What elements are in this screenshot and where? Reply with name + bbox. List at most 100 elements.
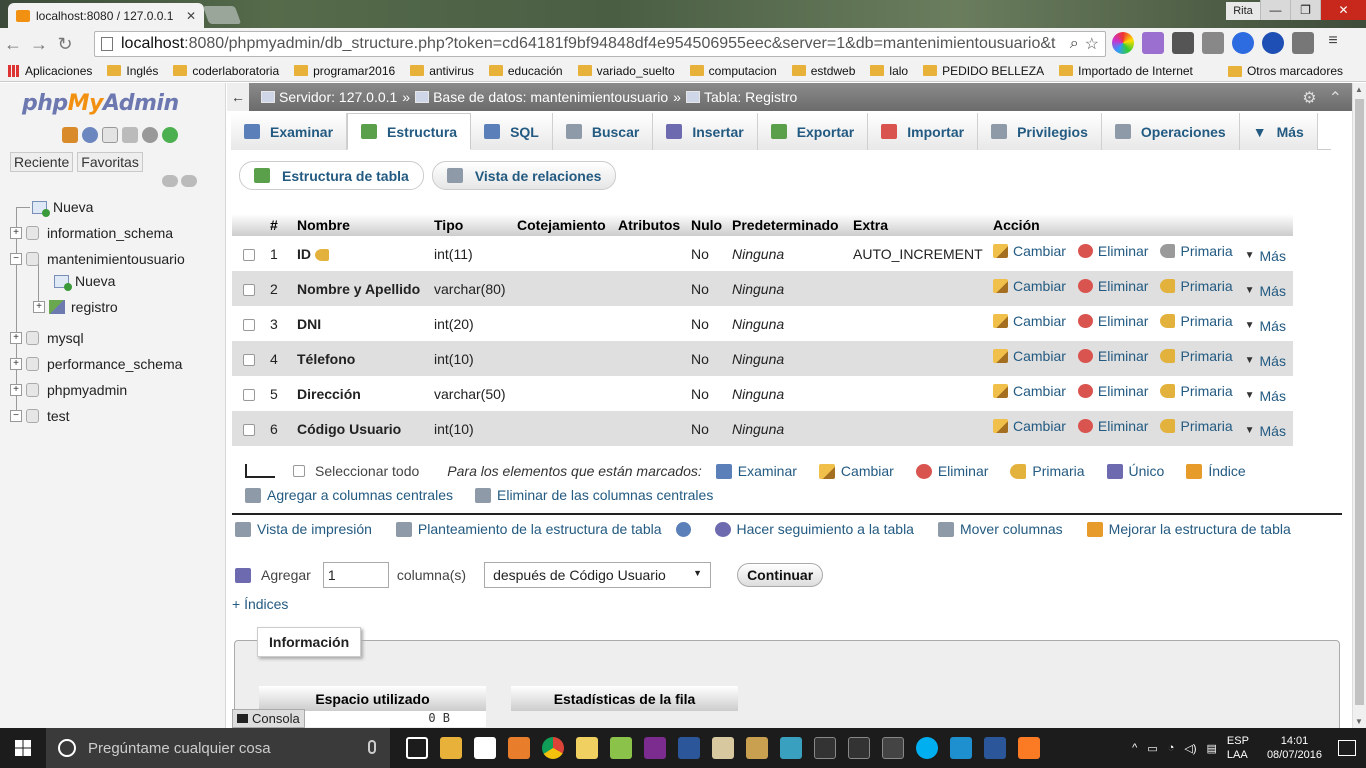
bookmark-folder[interactable]: coderlaboratoria bbox=[173, 64, 279, 78]
select-all-label[interactable]: Seleccionar todo bbox=[315, 463, 419, 479]
menu-icon[interactable]: ≡ bbox=[1322, 32, 1344, 54]
indexes-toggle[interactable]: + Índices bbox=[232, 596, 288, 612]
tab-more[interactable]: ▼ Más bbox=[1239, 113, 1318, 150]
tab-insert[interactable]: Insertar bbox=[653, 113, 758, 150]
message-icon[interactable]: ▤ bbox=[1207, 742, 1217, 755]
tab-structure[interactable]: Estructura bbox=[347, 113, 472, 150]
blue-extension-icon[interactable] bbox=[1232, 32, 1254, 54]
expand-icon[interactable]: + bbox=[10, 227, 22, 239]
breadcrumb-database[interactable]: Base de datos: mantenimientousuario bbox=[433, 89, 668, 105]
terminal-icon[interactable] bbox=[814, 737, 836, 759]
tree-item-new-table[interactable]: Nueva bbox=[54, 273, 115, 291]
bookmark-star-icon[interactable]: ☆ bbox=[1085, 34, 1099, 54]
more-actions-button[interactable]: ▼ Más bbox=[1245, 283, 1286, 299]
bookmark-apps[interactable]: Aplicaciones bbox=[0, 64, 92, 78]
page-scrollbar[interactable]: ▲ ▼ bbox=[1352, 83, 1366, 728]
row-checkbox[interactable] bbox=[243, 248, 255, 261]
drop-column-button[interactable]: Eliminar bbox=[1077, 243, 1148, 259]
bookmark-folder[interactable]: variado_suelto bbox=[577, 64, 675, 78]
table-row[interactable]: 1 ID int(11) No Ninguna AUTO_INCREMENT Cambia… bbox=[232, 236, 1293, 271]
reload-icon[interactable]: ↻ bbox=[52, 34, 78, 55]
favorite-tables-button[interactable]: Favoritas bbox=[77, 152, 143, 172]
add-central-columns-button[interactable]: Agregar a columnas centrales bbox=[245, 487, 453, 503]
change-column-button[interactable]: Cambiar bbox=[993, 278, 1066, 294]
select-all-checkbox[interactable] bbox=[293, 465, 305, 477]
expand-icon[interactable]: + bbox=[10, 384, 22, 396]
media-player-icon[interactable] bbox=[508, 737, 530, 759]
change-column-button[interactable]: Cambiar bbox=[993, 243, 1066, 259]
scroll-down-icon[interactable]: ▼ bbox=[1355, 717, 1363, 726]
header-attributes[interactable]: Atributos bbox=[615, 214, 688, 236]
clock[interactable]: 14:01 08/07/2016 bbox=[1267, 734, 1322, 762]
relation-view-button[interactable]: Vista de relaciones bbox=[431, 161, 617, 190]
language-indicator[interactable]: ESP LAA bbox=[1227, 734, 1249, 762]
more-actions-button[interactable]: ▼ Más bbox=[1245, 248, 1286, 264]
table-row[interactable]: 4 Télefono int(10) No Ninguna Cambiar Eliminar… bbox=[232, 341, 1293, 376]
header-extra[interactable]: Extra bbox=[850, 214, 990, 236]
continue-button[interactable]: Continuar bbox=[737, 563, 824, 587]
home-icon[interactable] bbox=[62, 127, 78, 143]
primary-key-button[interactable]: Primaria bbox=[1160, 383, 1233, 399]
more-actions-button[interactable]: ▼ Más bbox=[1245, 388, 1286, 404]
tree-item-registro[interactable]: + registro bbox=[33, 299, 118, 315]
bulk-primary-button[interactable]: Primaria bbox=[1010, 463, 1085, 479]
bookmark-folder[interactable]: lalo bbox=[870, 64, 908, 78]
row-checkbox[interactable] bbox=[243, 388, 255, 401]
volume-icon[interactable]: ◁) bbox=[1184, 742, 1196, 755]
docs-sql-icon[interactable] bbox=[122, 127, 138, 143]
breadcrumb-table[interactable]: Tabla: Registro bbox=[704, 89, 797, 105]
header-default[interactable]: Predeterminado bbox=[729, 214, 850, 236]
new-tab-button[interactable] bbox=[202, 6, 242, 24]
bulk-unique-button[interactable]: Único bbox=[1106, 463, 1164, 479]
tab-search[interactable]: Buscar bbox=[552, 113, 654, 150]
cortana-search[interactable]: Pregúntame cualquier cosa bbox=[46, 728, 390, 768]
photos-icon[interactable] bbox=[950, 737, 972, 759]
expand-icon[interactable]: + bbox=[10, 332, 22, 344]
bookmark-folder[interactable]: estdweb bbox=[791, 64, 855, 78]
profile-name[interactable]: Rita bbox=[1226, 2, 1260, 20]
bulk-drop-button[interactable]: Eliminar bbox=[915, 463, 988, 479]
tab-sql[interactable]: SQL bbox=[471, 113, 553, 150]
breadcrumb-server[interactable]: Servidor: 127.0.0.1 bbox=[279, 89, 397, 105]
bookmark-folder[interactable]: antivirus bbox=[410, 64, 474, 78]
camera-extension-icon[interactable] bbox=[1202, 32, 1224, 54]
help-icon[interactable] bbox=[675, 521, 691, 537]
docs-icon[interactable] bbox=[102, 127, 118, 143]
tree-item-phpmyadmin[interactable]: + phpmyadmin bbox=[10, 382, 127, 398]
expand-icon[interactable]: + bbox=[33, 301, 45, 313]
back-icon[interactable]: ← bbox=[0, 34, 26, 55]
table-row[interactable]: 6 Código Usuario int(10) No Ninguna Cambiar El… bbox=[232, 411, 1293, 446]
link-with-main-icon[interactable] bbox=[181, 175, 197, 187]
table-structure-button[interactable]: Estructura de tabla bbox=[239, 161, 424, 190]
chevron-up-icon[interactable]: ^ bbox=[1132, 742, 1137, 754]
tree-item-information-schema[interactable]: + information_schema bbox=[10, 225, 173, 241]
tree-item-performance-schema[interactable]: + performance_schema bbox=[10, 356, 182, 372]
change-column-button[interactable]: Cambiar bbox=[993, 418, 1066, 434]
battery-icon[interactable]: ▭ bbox=[1147, 742, 1157, 755]
word-icon[interactable] bbox=[984, 737, 1006, 759]
bookmark-folder[interactable]: programar2016 bbox=[294, 64, 395, 78]
store-icon[interactable] bbox=[474, 737, 496, 759]
expand-icon[interactable]: + bbox=[10, 358, 22, 370]
phpmyadmin-logo[interactable]: phpMyAdmin bbox=[22, 91, 179, 116]
more-actions-button[interactable]: ▼ Más bbox=[1245, 423, 1286, 439]
logout-icon[interactable] bbox=[82, 127, 98, 143]
scrollbar-thumb[interactable] bbox=[1355, 99, 1364, 705]
cmd-icon[interactable] bbox=[882, 737, 904, 759]
table-row[interactable]: 5 Dirección varchar(50) No Ninguna Cambiar Eli… bbox=[232, 376, 1293, 411]
bookmark-folder[interactable]: educación bbox=[488, 64, 563, 78]
row-checkbox[interactable] bbox=[243, 423, 255, 436]
task-view-icon[interactable] bbox=[406, 737, 428, 759]
close-window-icon[interactable]: ✕ bbox=[1320, 0, 1366, 20]
minimize-icon[interactable]: — bbox=[1260, 0, 1290, 20]
change-column-button[interactable]: Cambiar bbox=[993, 383, 1066, 399]
header-name[interactable]: Nombre bbox=[294, 214, 431, 236]
recent-tables-button[interactable]: Reciente bbox=[10, 152, 74, 172]
bookmark-folder[interactable]: Importado de Internet bbox=[1059, 64, 1193, 78]
change-column-button[interactable]: Cambiar bbox=[993, 313, 1066, 329]
table-row[interactable]: 2 Nombre y Apellido varchar(80) No Ninguna Ca… bbox=[232, 271, 1293, 306]
drop-column-button[interactable]: Eliminar bbox=[1077, 278, 1148, 294]
row-checkbox[interactable] bbox=[243, 283, 255, 296]
paint-icon[interactable] bbox=[712, 737, 734, 759]
sticky-notes-icon[interactable] bbox=[576, 737, 598, 759]
